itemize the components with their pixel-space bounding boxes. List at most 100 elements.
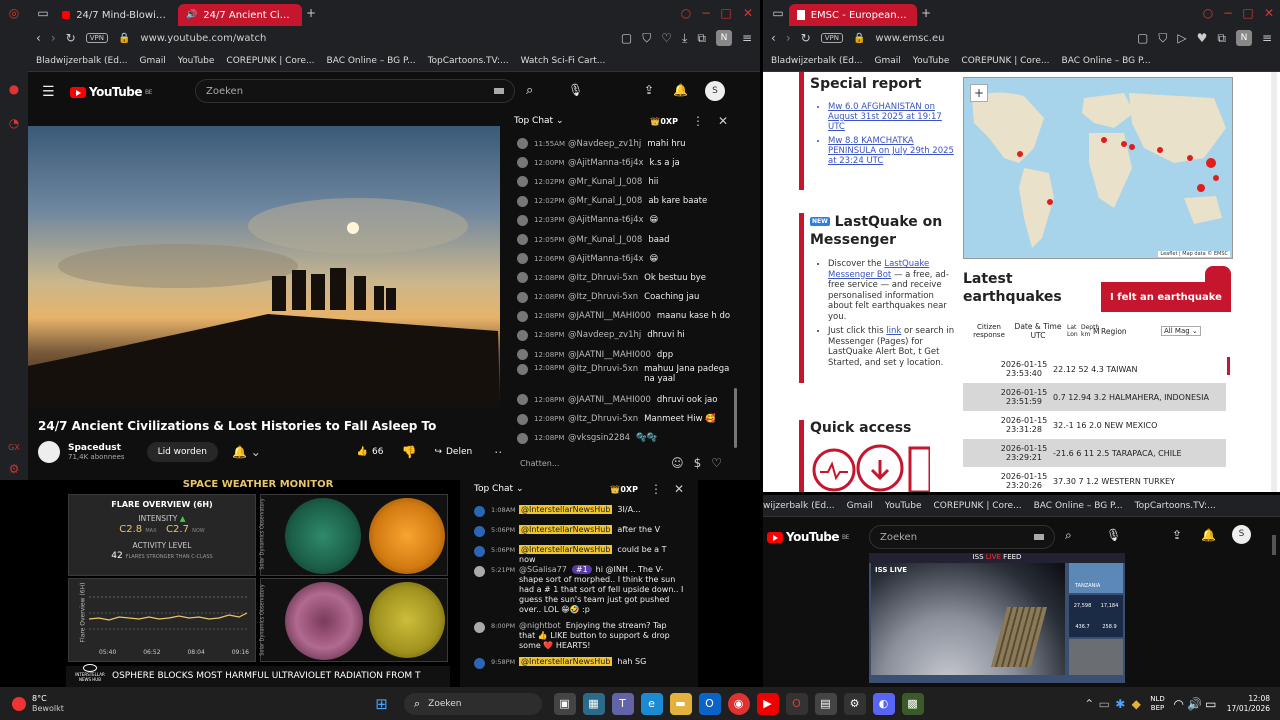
sidebar-window-icon[interactable]: ◎: [6, 6, 22, 20]
sidebar-youtube-icon[interactable]: ●: [6, 82, 22, 96]
chat-avatar[interactable]: [517, 329, 528, 341]
chat-avatar[interactable]: [517, 195, 528, 207]
back-icon[interactable]: ‹: [771, 31, 776, 45]
chat-avatar[interactable]: [517, 349, 528, 361]
earthquake-map[interactable]: + Leaflet | Map data © EMSC: [963, 77, 1233, 259]
bookmark-item[interactable]: Bladwijzerbalk (Ed...: [771, 56, 863, 66]
chat-author[interactable]: @Mr_Kunal_J_008: [568, 235, 642, 245]
tab-ancient-civilizations[interactable]: 🔊 24/7 Ancient Civilizatio: [178, 4, 302, 26]
col-region[interactable]: Region: [1101, 327, 1161, 336]
avatar[interactable]: S: [1232, 525, 1251, 544]
dislike-icon[interactable]: 👎: [402, 445, 417, 459]
forward-icon[interactable]: ›: [51, 31, 56, 45]
join-button[interactable]: Lid worden: [146, 442, 219, 462]
felt-earthquake-button[interactable]: I felt an earthquake: [1101, 282, 1231, 312]
sidebar-gx-icon[interactable]: GX: [5, 440, 23, 454]
chat-author[interactable]: @Itz_Dhruvi-5xn: [568, 292, 638, 302]
minimize-icon[interactable]: −: [1218, 6, 1238, 20]
url-field[interactable]: www.youtube.com/watch: [140, 33, 266, 44]
extensions-icon[interactable]: ⧉: [1217, 31, 1226, 46]
bookmark-item[interactable]: TopCartoons.TV:...: [1135, 501, 1216, 511]
shield-icon[interactable]: ⛉: [642, 31, 651, 46]
bookmark-item[interactable]: YouTube: [913, 56, 950, 66]
keyboard-icon[interactable]: [1034, 534, 1044, 540]
chat-avatar[interactable]: [517, 364, 528, 376]
sidebar-clock-icon[interactable]: ◔: [6, 116, 22, 130]
earthquake-row[interactable]: 2026-01-15 23:51:59 0.7 12.94 3.2 HALMAHER…: [963, 383, 1226, 411]
chat-avatar[interactable]: [517, 157, 528, 169]
calculator-icon[interactable]: ▤: [814, 692, 837, 715]
search-input[interactable]: Zoeken: [195, 79, 515, 103]
report-link[interactable]: Mw 8.8 KAMCHATKA PENINSULA on July 29th …: [828, 136, 955, 166]
tray-overflow-icon[interactable]: ⌃: [1082, 697, 1096, 711]
chat-author[interactable]: @JAATNI__MAHI000: [568, 395, 651, 405]
iss-search-input[interactable]: Zoeken: [869, 525, 1055, 549]
chat-scrollbar[interactable]: [734, 388, 737, 448]
chat-input[interactable]: Chatten...: [520, 459, 661, 468]
chat-avatar[interactable]: [517, 272, 528, 284]
notification-bell-icon[interactable]: 🔔 ⌄: [232, 445, 261, 459]
col-mag[interactable]: M: [1093, 327, 1101, 336]
chat-avatar[interactable]: [474, 658, 485, 669]
steam-icon[interactable]: ⚙: [843, 692, 866, 715]
earthquake-row[interactable]: 2026-01-15 23:53:40 22.12 52 4.3 TAIWAN: [963, 355, 1226, 383]
chat-close-icon[interactable]: ✕: [718, 114, 728, 128]
bookmark-item[interactable]: COREPUNK | Core...: [961, 56, 1049, 66]
camera-icon[interactable]: ▢: [1137, 31, 1148, 45]
chat-author[interactable]: @AjitManna-t6j4x: [568, 158, 644, 168]
points-badge[interactable]: 👑0XP: [610, 485, 638, 494]
chat-author[interactable]: @JAATNI__MAHI000: [568, 350, 651, 360]
channel-avatar[interactable]: [38, 441, 60, 463]
chat-avatar[interactable]: [474, 506, 485, 517]
chat-author[interactable]: @AjitManna-t6j4x: [568, 215, 644, 225]
chat-avatar[interactable]: [474, 526, 485, 537]
chat-author[interactable]: @AjitManna-t6j4x: [568, 254, 644, 264]
start-icon[interactable]: ⊞: [371, 693, 393, 715]
chat-more-icon[interactable]: ⋮: [692, 114, 704, 128]
keyboard-icon[interactable]: [494, 88, 504, 94]
bookmark-item[interactable]: Bladwijzerbalk (Ed...: [36, 56, 128, 66]
channel-name[interactable]: Spacedust: [68, 443, 125, 453]
bookmark-item[interactable]: YouTube: [885, 501, 922, 511]
tab-strip-icon[interactable]: ▭: [32, 6, 54, 20]
task-view-icon[interactable]: ▣: [553, 692, 576, 715]
chat-author[interactable]: @JAATNI__MAHI000: [568, 311, 651, 321]
forward-icon[interactable]: ›: [786, 31, 791, 45]
tab-mind-blowing-space[interactable]: 24/7 Mind-Blowing Space: [54, 4, 178, 26]
earthquake-row[interactable]: 2026-01-15 23:31:28 32.-1 16 2.0 NEW MEXIC…: [963, 411, 1226, 439]
like-button[interactable]: 👍 66: [357, 447, 384, 457]
chrome-icon[interactable]: ◉: [727, 692, 750, 715]
earthquake-row[interactable]: 2026-01-15 23:20:26 37.30 7 1.2 WESTERN TU…: [963, 467, 1226, 492]
menu-icon[interactable]: ≡: [1262, 31, 1272, 45]
chat-author[interactable]: @Navdeep_zv1hj: [568, 139, 641, 149]
weather-widget[interactable]: 8°C Bewolkt: [12, 694, 162, 714]
col-latlon[interactable]: Lat Lon: [1067, 324, 1081, 338]
tab-strip-icon[interactable]: ▭: [767, 6, 789, 20]
bookmark-item[interactable]: YouTube: [178, 56, 215, 66]
chat-author[interactable]: @Itz_Dhruvi-5xn: [568, 273, 638, 283]
points-badge[interactable]: 👑0XP: [650, 117, 678, 126]
chat-avatar[interactable]: [474, 566, 485, 577]
clock[interactable]: 12:08 17/01/2026: [1227, 694, 1270, 714]
search-icon[interactable]: ⌕: [1065, 528, 1072, 543]
game-icon[interactable]: ▩: [901, 692, 924, 715]
tray-bluetooth-icon[interactable]: ✱: [1112, 697, 1128, 711]
chat-avatar[interactable]: [517, 253, 528, 265]
col-date[interactable]: Date & Time UTC: [1009, 322, 1067, 340]
upload-icon[interactable]: ⇪: [644, 83, 654, 97]
quick-access-icons[interactable]: [810, 440, 930, 492]
avatar[interactable]: S: [705, 81, 725, 101]
extensions-icon[interactable]: ⧉: [697, 31, 706, 46]
widgets-icon[interactable]: ▦: [582, 692, 605, 715]
page-scrollbar[interactable]: [1271, 72, 1277, 492]
reload-icon[interactable]: ↻: [66, 31, 76, 45]
chat-author[interactable]: @vksgsin2284: [568, 433, 630, 443]
minimize-icon[interactable]: −: [696, 6, 716, 20]
sidebar-gear-icon[interactable]: ⚙: [6, 462, 22, 476]
chat-avatar[interactable]: [474, 622, 485, 633]
reload-icon[interactable]: ↻: [801, 31, 811, 45]
download-icon[interactable]: ⤓: [682, 31, 687, 46]
chat-author[interactable]: @Itz_Dhruvi-5xn: [568, 364, 638, 374]
table-scrollbar[interactable]: [1227, 357, 1230, 375]
volume-icon[interactable]: 🔊: [1187, 697, 1203, 711]
